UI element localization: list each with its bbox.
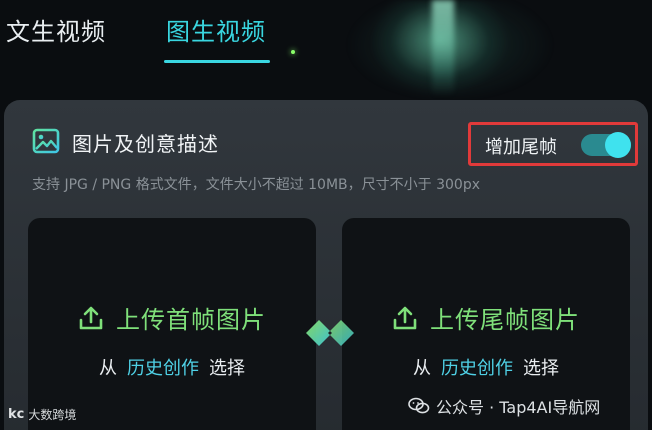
watermark-left-text: 大数跨境 [28, 408, 77, 422]
watermark-right-text: 公众号 · Tap4AI导航网 [436, 398, 601, 417]
choose-text: 选择 [523, 358, 559, 379]
tab-image-to-video[interactable]: 图生视频 [166, 12, 266, 47]
from-text: 从 [99, 358, 117, 379]
wechat-icon [408, 397, 430, 414]
upload-first-frame-button[interactable]: 上传首帧图片 [28, 300, 316, 335]
choose-text: 选择 [209, 358, 245, 379]
add-end-frame-highlight: 增加尾帧 [468, 122, 638, 166]
swap-icon[interactable] [302, 316, 358, 350]
upload-first-frame-label: 上传首帧图片 [116, 306, 266, 334]
add-end-frame-toggle[interactable] [581, 132, 631, 158]
upload-last-frame-button[interactable]: 上传尾帧图片 [342, 300, 630, 335]
card-title: 图片及创意描述 [72, 132, 219, 156]
upload-last-frame-label: 上传尾帧图片 [430, 306, 580, 334]
upload-icon [393, 306, 417, 329]
history-creations-link[interactable]: 历史创作 [441, 354, 513, 380]
choose-from-history-row: 从 历史创作 选择 [28, 354, 316, 380]
toggle-knob [605, 132, 631, 158]
upload-requirements-hint: 支持 JPG / PNG 格式文件，文件大小不超过 10MB，尺寸不小于 300… [32, 177, 480, 193]
upload-icon [79, 306, 103, 329]
active-tab-indicator [164, 60, 270, 63]
upload-first-frame-panel[interactable]: 上传首帧图片 从 历史创作 选择 [28, 218, 316, 430]
choose-from-history-row: 从 历史创作 选择 [342, 354, 630, 380]
background-light-streak [432, 0, 454, 96]
watermark-logo: kc [8, 407, 25, 422]
image-description-card: 图片及创意描述 增加尾帧 支持 JPG / PNG 格式文件，文件大小不超过 1… [4, 100, 648, 430]
watermark-right: 公众号 · Tap4AI导航网 [408, 394, 600, 418]
add-end-frame-label: 增加尾帧 [485, 137, 557, 158]
from-text: 从 [413, 358, 431, 379]
watermark-left: kc 大数跨境 [8, 406, 76, 423]
history-creations-link[interactable]: 历史创作 [127, 354, 199, 380]
image-icon [32, 128, 60, 154]
tab-text-to-video[interactable]: 文生视频 [6, 12, 106, 47]
background-sparkle [291, 50, 295, 54]
